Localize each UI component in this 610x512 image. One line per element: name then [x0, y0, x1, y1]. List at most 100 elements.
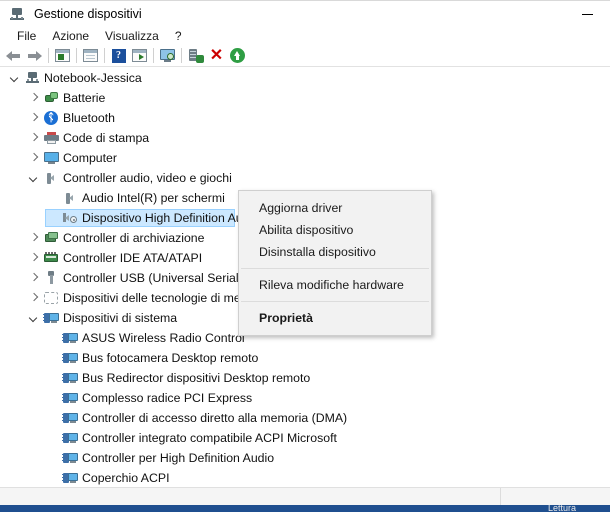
- enable-device-button[interactable]: [227, 46, 248, 66]
- forward-arrow-icon: [27, 50, 42, 62]
- system-device-icon: [42, 312, 59, 325]
- tree-item[interactable]: Coperchio ACPI: [0, 468, 610, 487]
- tree-item[interactable]: Bus fotocamera Desktop remoto: [0, 348, 610, 368]
- expander-placeholder: [45, 388, 61, 408]
- tree-item-label: Batterie: [63, 91, 106, 105]
- forward-button[interactable]: [24, 46, 45, 66]
- tree-item[interactable]: Computer: [0, 148, 610, 168]
- system-device-icon: [61, 352, 78, 365]
- update-driver-icon: [132, 49, 147, 62]
- tree-item-icon: [61, 368, 79, 388]
- speaker-icon: [64, 192, 77, 205]
- toolbar-separator: [153, 48, 154, 63]
- minimize-button[interactable]: [564, 1, 610, 27]
- install-driver-button[interactable]: [185, 46, 206, 66]
- tree-item-icon: [61, 348, 79, 368]
- expander-placeholder: [45, 448, 61, 468]
- computer-icon: [25, 71, 40, 85]
- tree-item-label: Controller di archiviazione: [63, 231, 205, 245]
- tree-item-label: Dispositivi di sistema: [63, 311, 178, 325]
- context-menu-separator: [241, 301, 429, 302]
- ctx-rileva-modifiche-hardware[interactable]: Rileva modifiche hardware: [239, 274, 431, 296]
- driver-install-icon: [188, 48, 204, 63]
- tree-item-icon: [61, 408, 79, 428]
- tree-item-label: Controller IDE ATA/ATAPI: [63, 251, 203, 265]
- tree-item[interactable]: Batterie: [0, 88, 610, 108]
- device-manager-window: Gestione dispositivi File Azione Visuali…: [0, 0, 610, 512]
- tree-item-label: Controller di accesso diretto alla memor…: [82, 411, 348, 425]
- chevron-right-icon[interactable]: [26, 128, 42, 148]
- tree-item[interactable]: Code di stampa: [0, 128, 610, 148]
- tree-item[interactable]: ᛏ Bluetooth: [0, 108, 610, 128]
- system-device-icon: [61, 432, 78, 445]
- status-bar: [0, 487, 610, 506]
- tree-item-icon: [42, 288, 60, 308]
- context-menu[interactable]: Aggiorna driver Abilita dispositivo Disins…: [238, 190, 432, 336]
- ctx-aggiorna-driver[interactable]: Aggiorna driver: [239, 197, 431, 219]
- menu-azione[interactable]: Azione: [44, 28, 97, 44]
- ctx-disinstalla-dispositivo[interactable]: Disinstalla dispositivo: [239, 241, 431, 263]
- back-arrow-icon: [6, 50, 21, 62]
- toolbar-separator: [104, 48, 105, 63]
- tree-item-label: Bus Redirector dispositivi Desktop remot…: [82, 371, 311, 385]
- system-device-icon: [61, 472, 78, 485]
- tree-item-label: Complesso radice PCI Express: [82, 391, 253, 405]
- tree-item-icon: [42, 168, 60, 188]
- tree-item-label: Coperchio ACPI: [82, 471, 170, 485]
- chevron-right-icon[interactable]: [26, 268, 42, 288]
- update-driver-button[interactable]: [129, 46, 150, 66]
- chevron-right-icon[interactable]: [26, 228, 42, 248]
- tree-item-label: Notebook-Jessica: [44, 71, 142, 85]
- menu-bar: File Azione Visualizza ?: [0, 27, 610, 45]
- menu-help[interactable]: ?: [167, 28, 190, 44]
- tree-item-icon: [42, 148, 60, 168]
- expander-placeholder: [45, 188, 61, 208]
- tree-item-icon: [61, 468, 79, 487]
- expander-placeholder: [45, 428, 61, 448]
- chevron-down-icon[interactable]: [26, 168, 42, 188]
- properties-button[interactable]: [52, 46, 73, 66]
- tree-item-label: Controller audio, video e giochi: [63, 171, 232, 185]
- chevron-right-icon[interactable]: [26, 148, 42, 168]
- tree-item[interactable]: Controller integrato compatibile ACPI Mi…: [0, 428, 610, 448]
- memory-tech-icon: [44, 292, 58, 304]
- chevron-right-icon[interactable]: [26, 288, 42, 308]
- help-button[interactable]: ?: [108, 46, 129, 66]
- context-menu-separator: [241, 268, 429, 269]
- storage-icon: [44, 231, 59, 245]
- tree-item[interactable]: Bus Redirector dispositivi Desktop remot…: [0, 368, 610, 388]
- tree-item-icon: [61, 188, 79, 208]
- tree-item[interactable]: Complesso radice PCI Express: [0, 388, 610, 408]
- toolbar-separator: [181, 48, 182, 63]
- scan-hardware-button[interactable]: [157, 46, 178, 66]
- chevron-right-icon[interactable]: [26, 88, 42, 108]
- tree-item[interactable]: Controller di accesso diretto alla memor…: [0, 408, 610, 428]
- monitor-scan-icon: [159, 48, 176, 63]
- chevron-right-icon[interactable]: [26, 248, 42, 268]
- chevron-down-icon[interactable]: [26, 308, 42, 328]
- tree-item-icon: [42, 228, 60, 248]
- tree-item-icon: [42, 268, 60, 288]
- chevron-right-icon[interactable]: [26, 108, 42, 128]
- tree-item[interactable]: Controller per High Definition Audio: [0, 448, 610, 468]
- tree-item-label: Code di stampa: [63, 131, 150, 145]
- tree-item-icon: [61, 328, 79, 348]
- red-x-icon: ✕: [209, 46, 224, 64]
- menu-visualizza[interactable]: Visualizza: [97, 28, 167, 44]
- tree-item-label: Computer: [63, 151, 117, 165]
- chevron-down-icon[interactable]: [7, 68, 23, 88]
- ctx-abilita-dispositivo[interactable]: Abilita dispositivo: [239, 219, 431, 241]
- green-up-arrow-icon: [230, 48, 245, 63]
- usb-icon: [45, 271, 58, 285]
- menu-file[interactable]: File: [9, 28, 44, 44]
- properties-window-icon: [55, 49, 70, 62]
- back-button[interactable]: [3, 46, 24, 66]
- tree-item[interactable]: Controller audio, video e giochi: [0, 168, 610, 188]
- uninstall-device-button[interactable]: ✕: [206, 46, 227, 66]
- print-button[interactable]: [80, 46, 101, 66]
- tree-item[interactable]: Notebook-Jessica: [0, 68, 610, 88]
- audio-device-icon: [62, 212, 78, 225]
- ctx-proprieta[interactable]: Proprietà: [239, 307, 431, 329]
- status-bar-divider: [500, 488, 501, 506]
- expander-placeholder: [45, 348, 61, 368]
